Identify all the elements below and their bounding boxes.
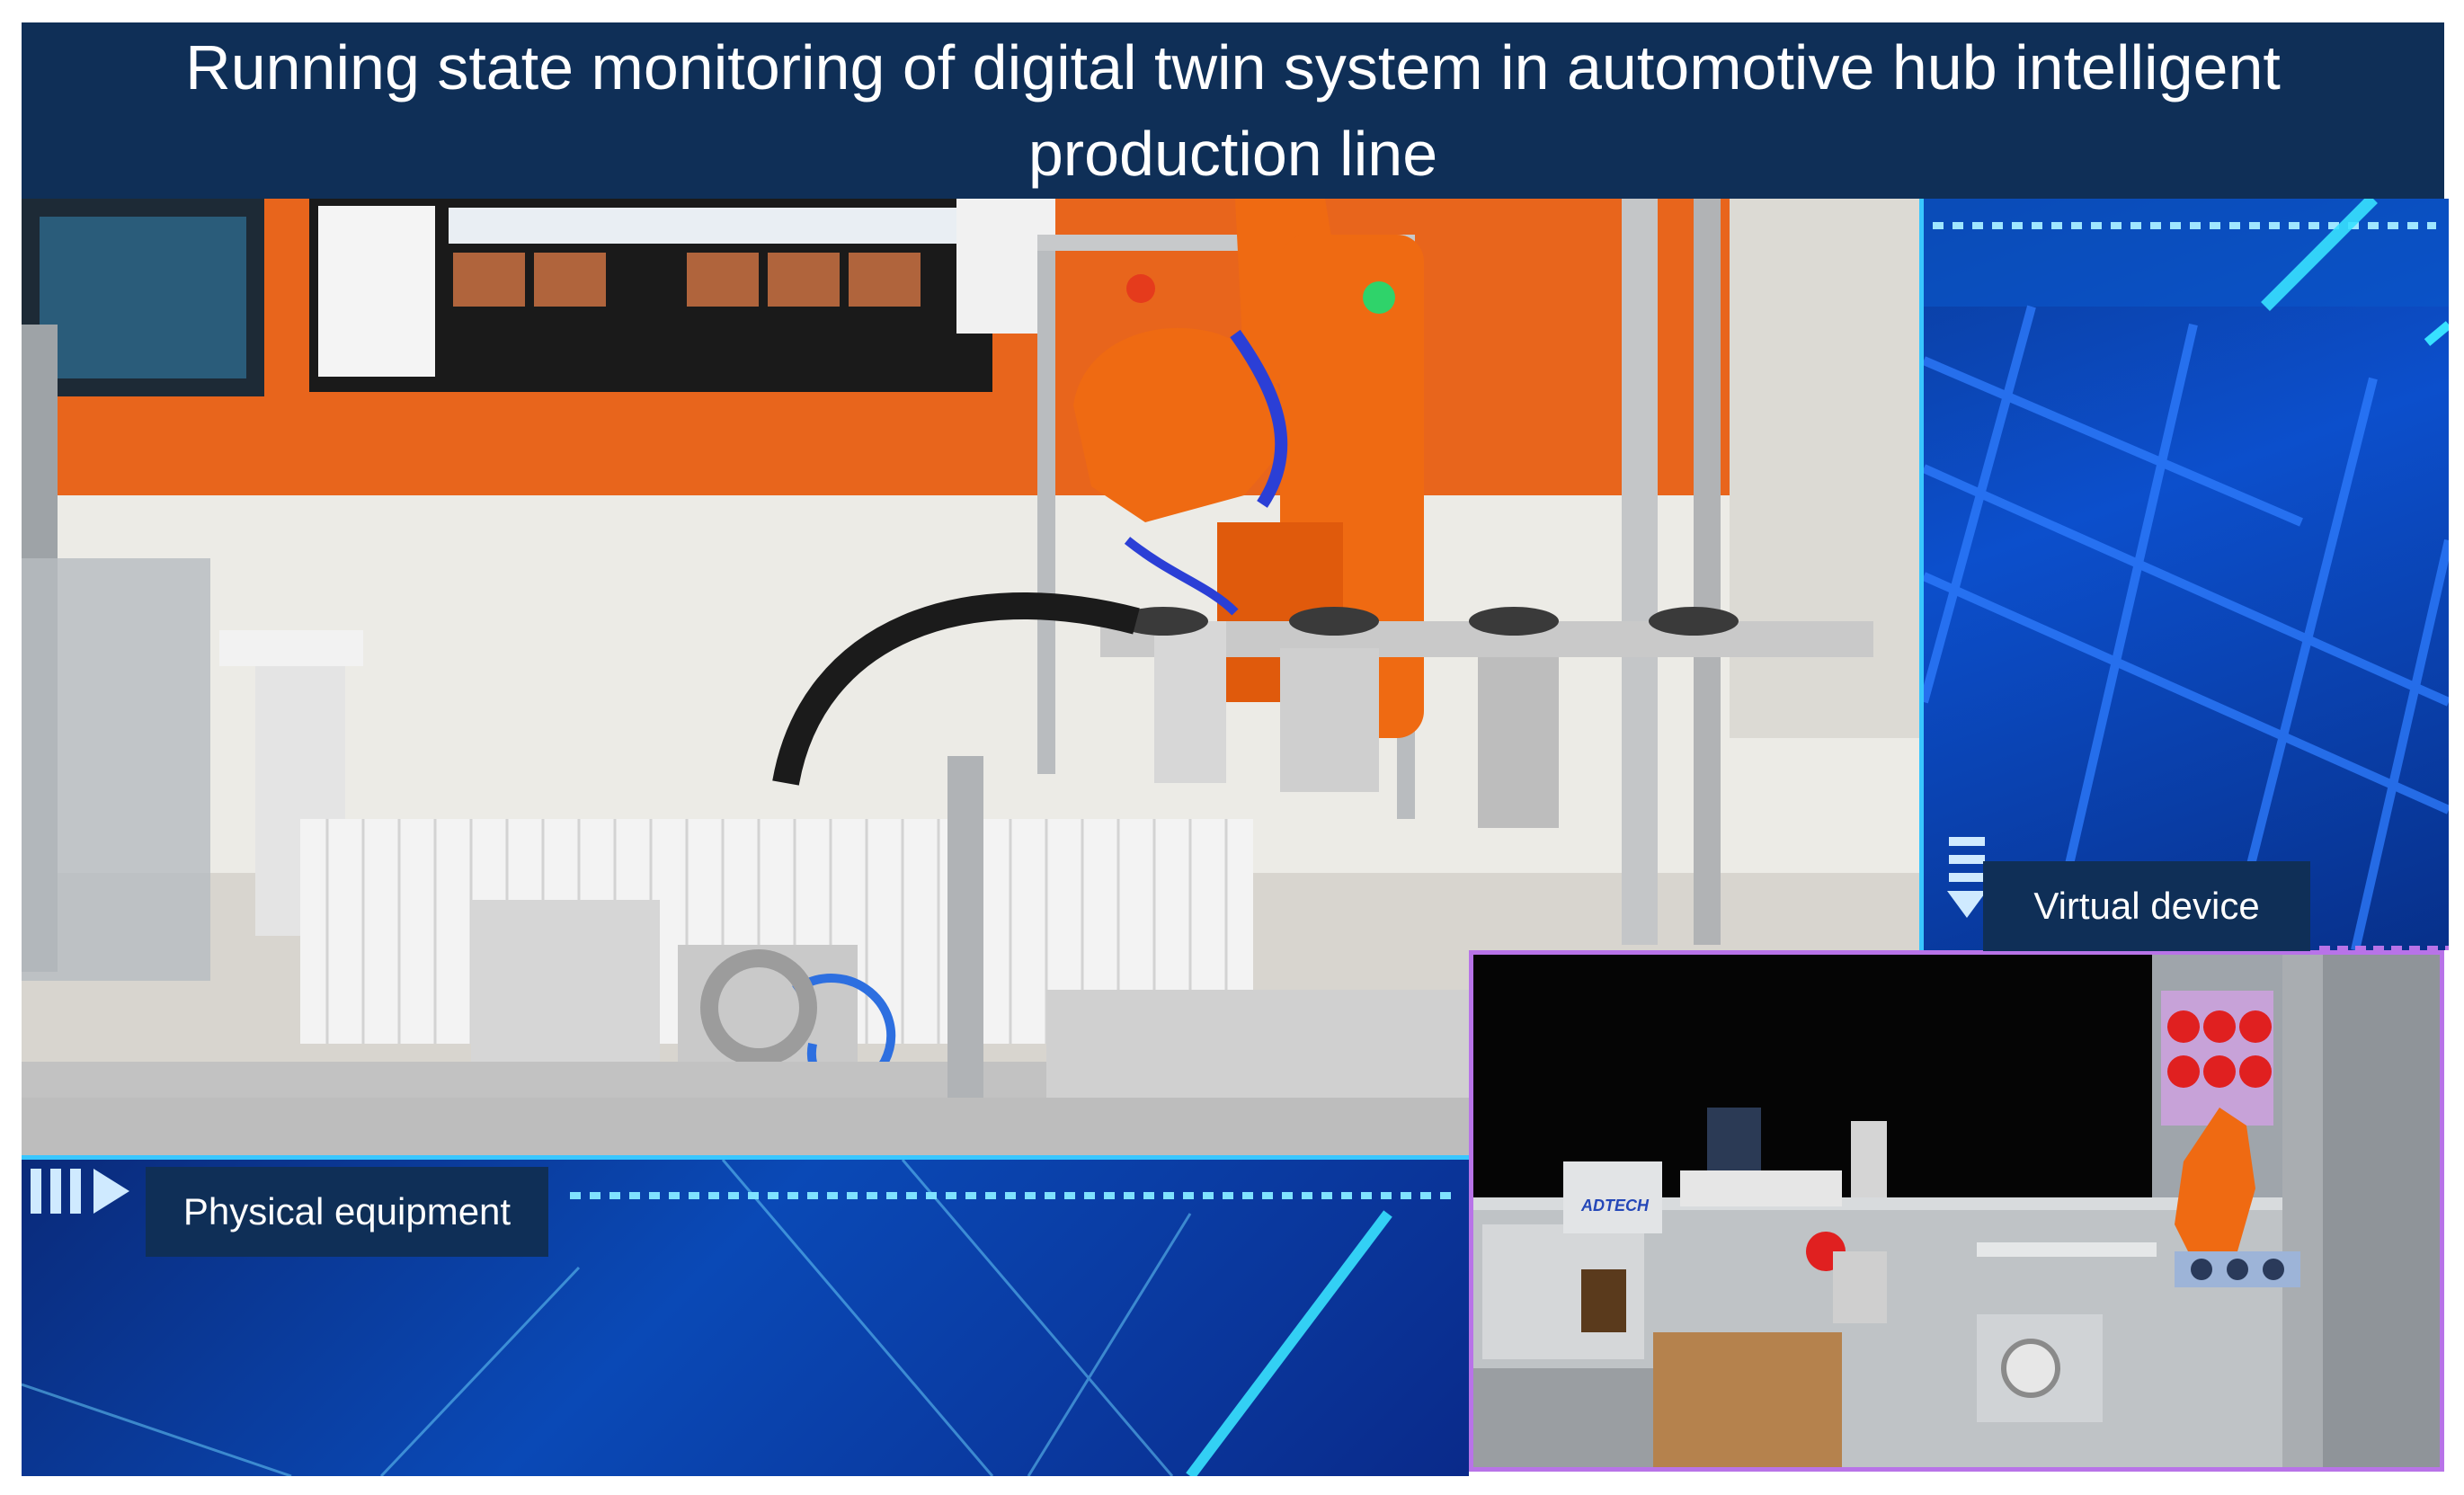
physical-equipment-label: Physical equipment — [146, 1167, 548, 1257]
title-banner: Running state monitoring of digital twin… — [22, 22, 2444, 199]
chevron-down-icon — [1947, 891, 1987, 918]
chevron-bar-2 — [50, 1169, 61, 1214]
page-title: Running state monitoring of digital twin… — [185, 32, 2281, 189]
chevron-bar-3 — [70, 1169, 81, 1214]
chevron-right-icon — [93, 1169, 129, 1214]
chevron-bar-1 — [1949, 837, 1985, 846]
tech-grid-decor — [1924, 199, 2449, 950]
chevron-bar-2 — [1949, 855, 1985, 864]
virtual-device-label: Virtual device — [1983, 861, 2310, 951]
chevron-bar-1 — [31, 1169, 41, 1214]
chevron-bar-3 — [1949, 873, 1985, 882]
virtual-scene: ADTECH — [1473, 955, 2440, 1467]
virtual-tech-panel — [1919, 199, 2449, 950]
virtual-device-view: ADTECH — [1469, 950, 2444, 1472]
adtech-logo: ADTECH — [1580, 1197, 1650, 1215]
